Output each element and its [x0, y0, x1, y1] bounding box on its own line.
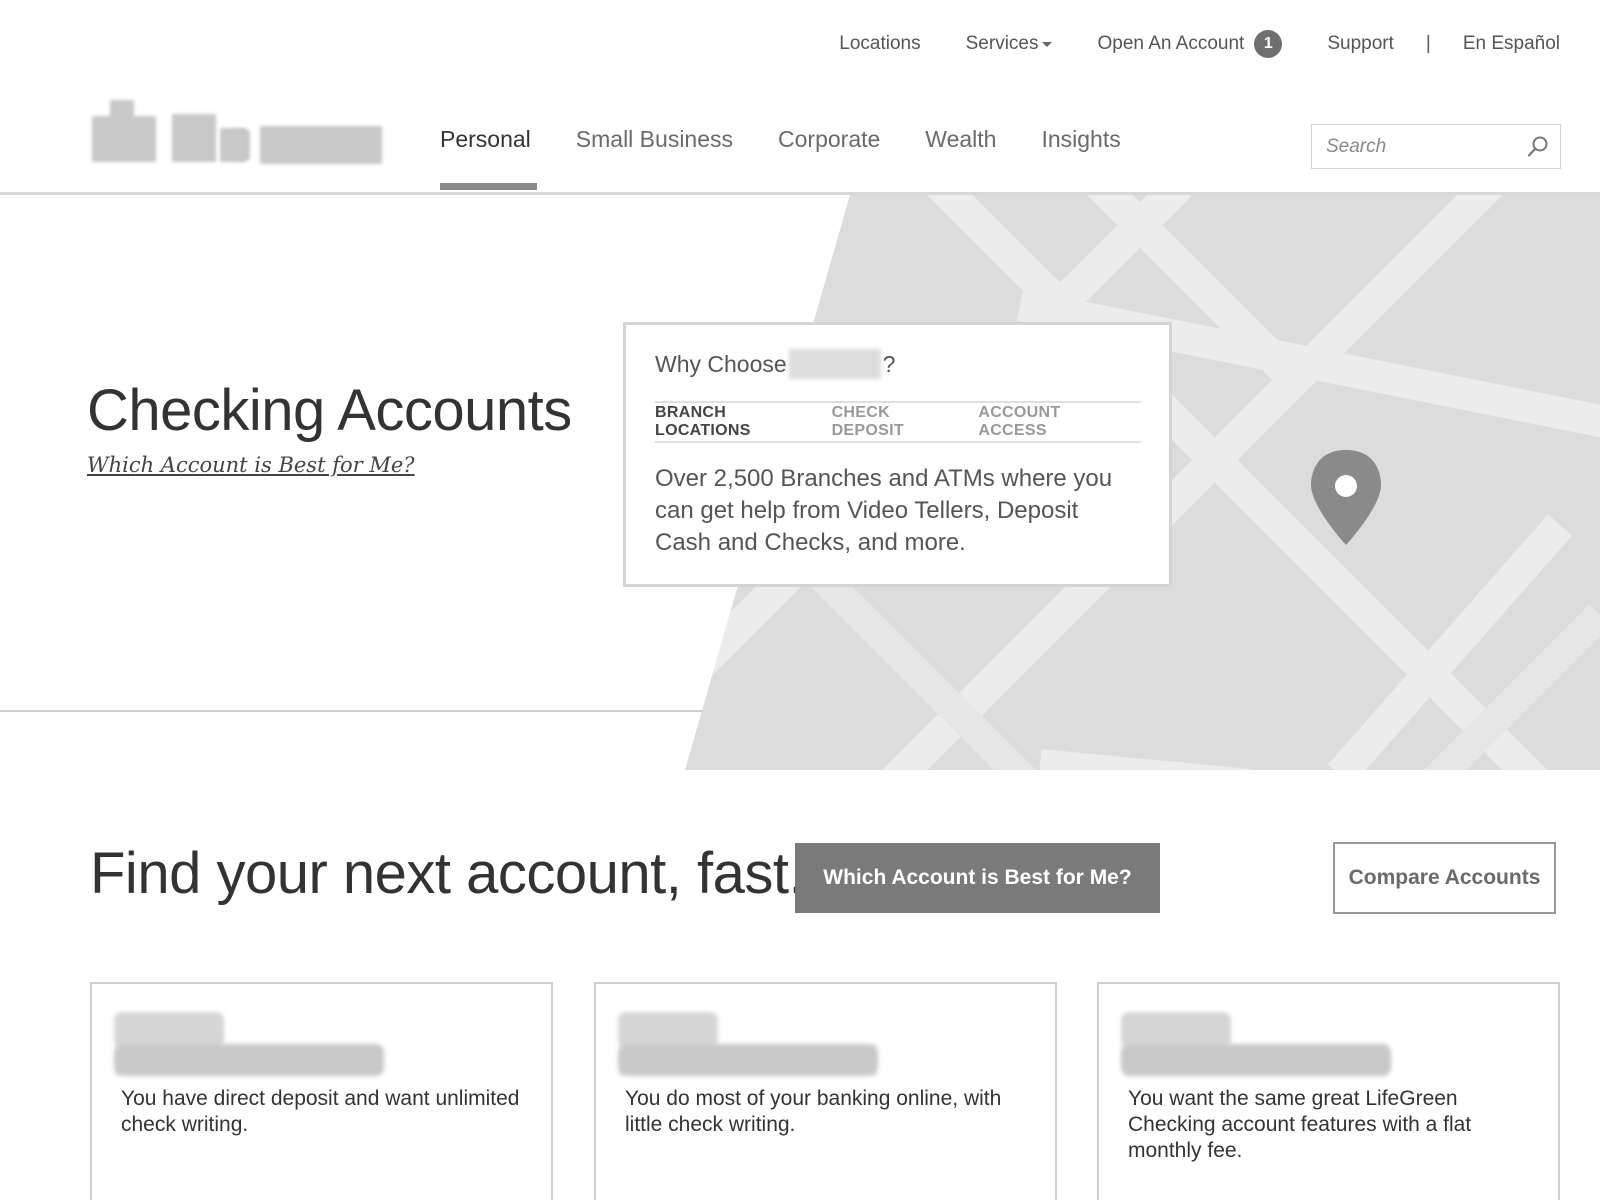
- main-nav: Personal Small Business Corporate Wealth…: [440, 126, 1166, 192]
- tab-account-access[interactable]: ACCOUNT ACCESS: [978, 404, 1106, 440]
- redacted-card-title: [618, 1012, 718, 1048]
- redacted-bank-name: [788, 349, 881, 379]
- account-card-description: You have direct deposit and want unlimit…: [121, 1087, 520, 1136]
- nav-locations[interactable]: Locations: [839, 33, 920, 55]
- account-card[interactable]: You have direct deposit and want unlimit…: [90, 982, 553, 1200]
- nav-language[interactable]: En Español: [1463, 33, 1560, 55]
- nav-separator: |: [1425, 33, 1431, 54]
- page-title: Checking Accounts: [87, 378, 572, 443]
- bank-logo[interactable]: [92, 100, 382, 180]
- why-choose-tabs: BRANCH LOCATIONS CHECK DEPOSIT ACCOUNT A…: [655, 401, 1141, 443]
- redacted-card-subtitle: [618, 1044, 878, 1076]
- account-card[interactable]: You want the same great LifeGreen Checki…: [1097, 982, 1560, 1200]
- tab-check-deposit[interactable]: CHECK DEPOSIT: [832, 404, 944, 440]
- nav-open-account[interactable]: Open An Account 1: [1097, 30, 1283, 58]
- nav-personal[interactable]: Personal: [440, 126, 537, 192]
- account-card[interactable]: You do most of your banking online, with…: [594, 982, 1057, 1200]
- nav-wealth[interactable]: Wealth: [925, 126, 996, 192]
- nav-services[interactable]: Services: [966, 33, 1053, 55]
- nav-corporate[interactable]: Corporate: [778, 126, 880, 192]
- account-card-description: You do most of your banking online, with…: [625, 1087, 1002, 1136]
- why-choose-card: Why Choose ? BRANCH LOCATIONS CHECK DEPO…: [623, 322, 1172, 587]
- notification-badge: 1: [1254, 30, 1283, 58]
- why-choose-suffix: ?: [882, 350, 896, 377]
- redacted-card-subtitle: [1121, 1044, 1391, 1076]
- which-account-button[interactable]: Which Account is Best for Me?: [795, 843, 1160, 913]
- caret-down-icon: [1042, 41, 1053, 47]
- search-input[interactable]: [1326, 135, 1526, 158]
- why-choose-title: Why Choose ?: [655, 349, 1141, 379]
- nav-services-label: Services: [965, 33, 1039, 54]
- nav-support[interactable]: Support: [1327, 33, 1394, 55]
- search-icon[interactable]: [1526, 135, 1550, 159]
- search-box: [1311, 124, 1561, 169]
- why-choose-body: Over 2,500 Branches and ATMs where you c…: [655, 465, 1113, 556]
- tab-branch-locations[interactable]: BRANCH LOCATIONS: [655, 404, 797, 440]
- nav-insights[interactable]: Insights: [1041, 126, 1120, 192]
- compare-accounts-button[interactable]: Compare Accounts: [1333, 842, 1556, 914]
- redacted-card-title: [1121, 1012, 1231, 1048]
- hero-divider: [0, 710, 703, 712]
- account-card-description: You want the same great LifeGreen Checki…: [1128, 1087, 1472, 1162]
- redacted-card-subtitle: [114, 1044, 384, 1076]
- find-account-heading: Find your next account, fast.: [90, 841, 805, 906]
- why-choose-prefix: Why Choose: [655, 350, 787, 377]
- nav-small-business[interactable]: Small Business: [576, 126, 733, 192]
- redacted-card-title: [114, 1012, 224, 1048]
- which-account-link[interactable]: Which Account is Best for Me?: [87, 453, 415, 477]
- nav-open-account-label: Open An Account: [1097, 33, 1245, 54]
- utility-nav: Locations Services Open An Account 1 Sup…: [839, 28, 1560, 60]
